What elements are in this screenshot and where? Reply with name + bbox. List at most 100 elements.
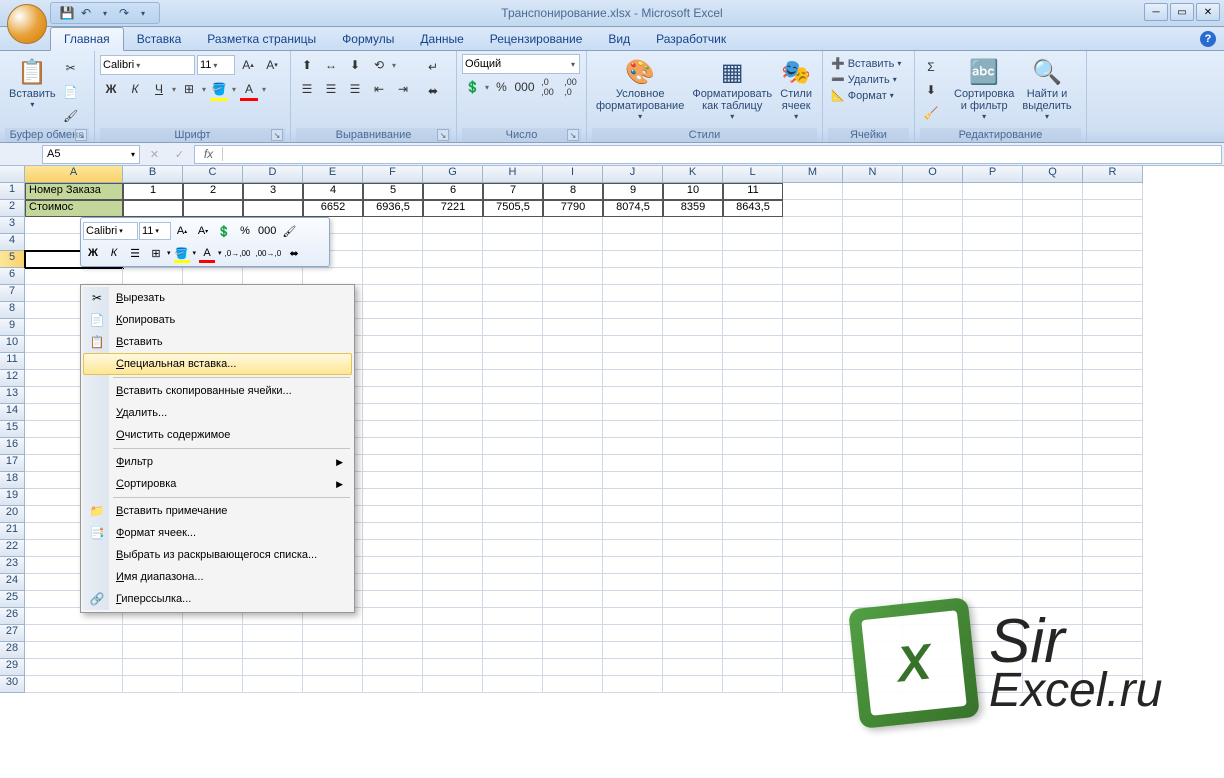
- cell-K28[interactable]: [663, 642, 723, 659]
- cell-Q6[interactable]: [1023, 268, 1083, 285]
- cell-G12[interactable]: [423, 370, 483, 387]
- cell-Q7[interactable]: [1023, 285, 1083, 302]
- cell-P23[interactable]: [963, 557, 1023, 574]
- enter-formula[interactable]: ✓: [175, 148, 184, 161]
- cell-F6[interactable]: [363, 268, 423, 285]
- cell-D28[interactable]: [243, 642, 303, 659]
- cell-N23[interactable]: [843, 557, 903, 574]
- tab-data[interactable]: Данные: [407, 28, 476, 50]
- mini-borders[interactable]: ⊞: [146, 243, 166, 263]
- cell-Q12[interactable]: [1023, 370, 1083, 387]
- cell-M26[interactable]: [783, 608, 843, 625]
- cell-H18[interactable]: [483, 472, 543, 489]
- cell-F16[interactable]: [363, 438, 423, 455]
- grow-font-icon[interactable]: A▴: [237, 54, 259, 76]
- cell-E30[interactable]: [303, 676, 363, 693]
- cell-D30[interactable]: [243, 676, 303, 693]
- row-header-29[interactable]: 29: [0, 659, 25, 676]
- col-header-L[interactable]: L: [723, 166, 783, 183]
- row-header-17[interactable]: 17: [0, 455, 25, 472]
- cell-G6[interactable]: [423, 268, 483, 285]
- cell-G29[interactable]: [423, 659, 483, 676]
- align-bottom-icon[interactable]: ⬇: [344, 54, 366, 76]
- cell-M3[interactable]: [783, 217, 843, 234]
- cell-O11[interactable]: [903, 353, 963, 370]
- mini-format-painter[interactable]: 🖌: [279, 221, 299, 241]
- cell-G3[interactable]: [423, 217, 483, 234]
- cell-H7[interactable]: [483, 285, 543, 302]
- cell-K4[interactable]: [663, 234, 723, 251]
- cell-H23[interactable]: [483, 557, 543, 574]
- cell-P6[interactable]: [963, 268, 1023, 285]
- cell-L24[interactable]: [723, 574, 783, 591]
- cell-H24[interactable]: [483, 574, 543, 591]
- cell-N11[interactable]: [843, 353, 903, 370]
- cell-H11[interactable]: [483, 353, 543, 370]
- col-header-N[interactable]: N: [843, 166, 903, 183]
- cell-Q2[interactable]: [1023, 200, 1083, 217]
- cell-R12[interactable]: [1083, 370, 1143, 387]
- tab-view[interactable]: Вид: [595, 28, 643, 50]
- cell-K8[interactable]: [663, 302, 723, 319]
- cell-Q18[interactable]: [1023, 472, 1083, 489]
- cell-F2[interactable]: 6936,5: [363, 200, 423, 217]
- cell-M14[interactable]: [783, 404, 843, 421]
- cell-E2[interactable]: 6652: [303, 200, 363, 217]
- cell-K17[interactable]: [663, 455, 723, 472]
- help-icon[interactable]: ?: [1200, 31, 1216, 47]
- cell-F26[interactable]: [363, 608, 423, 625]
- cell-M15[interactable]: [783, 421, 843, 438]
- row-header-28[interactable]: 28: [0, 642, 25, 659]
- cell-I27[interactable]: [543, 625, 603, 642]
- cell-G25[interactable]: [423, 591, 483, 608]
- cell-L4[interactable]: [723, 234, 783, 251]
- cell-F13[interactable]: [363, 387, 423, 404]
- conditional-formatting-button[interactable]: 🎨Условное форматирование▾: [592, 54, 688, 128]
- cell-P13[interactable]: [963, 387, 1023, 404]
- save-icon[interactable]: 💾: [59, 5, 75, 21]
- cell-H16[interactable]: [483, 438, 543, 455]
- cell-C2[interactable]: [183, 200, 243, 217]
- cell-J30[interactable]: [603, 676, 663, 693]
- cell-F8[interactable]: [363, 302, 423, 319]
- cell-K1[interactable]: 10: [663, 183, 723, 200]
- cell-L21[interactable]: [723, 523, 783, 540]
- cell-I26[interactable]: [543, 608, 603, 625]
- qat-dd[interactable]: ▾: [135, 5, 151, 21]
- row-header-26[interactable]: 26: [0, 608, 25, 625]
- cell-M20[interactable]: [783, 506, 843, 523]
- cell-G30[interactable]: [423, 676, 483, 693]
- cell-L14[interactable]: [723, 404, 783, 421]
- cell-K6[interactable]: [663, 268, 723, 285]
- cell-O17[interactable]: [903, 455, 963, 472]
- cell-I5[interactable]: [543, 251, 603, 268]
- context-menu-item[interactable]: Имя диапазона...: [83, 566, 352, 588]
- cell-N9[interactable]: [843, 319, 903, 336]
- row-header-15[interactable]: 15: [0, 421, 25, 438]
- cell-H26[interactable]: [483, 608, 543, 625]
- cell-R14[interactable]: [1083, 404, 1143, 421]
- cell-R17[interactable]: [1083, 455, 1143, 472]
- cell-M9[interactable]: [783, 319, 843, 336]
- cell-L8[interactable]: [723, 302, 783, 319]
- cell-N19[interactable]: [843, 489, 903, 506]
- cell-E1[interactable]: 4: [303, 183, 363, 200]
- cell-H10[interactable]: [483, 336, 543, 353]
- cell-M23[interactable]: [783, 557, 843, 574]
- cell-F29[interactable]: [363, 659, 423, 676]
- cell-J20[interactable]: [603, 506, 663, 523]
- cell-H29[interactable]: [483, 659, 543, 676]
- cell-P15[interactable]: [963, 421, 1023, 438]
- cell-K13[interactable]: [663, 387, 723, 404]
- font-launcher[interactable]: ↘: [271, 129, 283, 141]
- cell-H20[interactable]: [483, 506, 543, 523]
- row-header-24[interactable]: 24: [0, 574, 25, 591]
- row-header-8[interactable]: 8: [0, 302, 25, 319]
- cell-P12[interactable]: [963, 370, 1023, 387]
- cell-O7[interactable]: [903, 285, 963, 302]
- cell-O12[interactable]: [903, 370, 963, 387]
- cell-O6[interactable]: [903, 268, 963, 285]
- cell-J28[interactable]: [603, 642, 663, 659]
- cell-O15[interactable]: [903, 421, 963, 438]
- mini-size-combo[interactable]: 11▾: [139, 222, 171, 240]
